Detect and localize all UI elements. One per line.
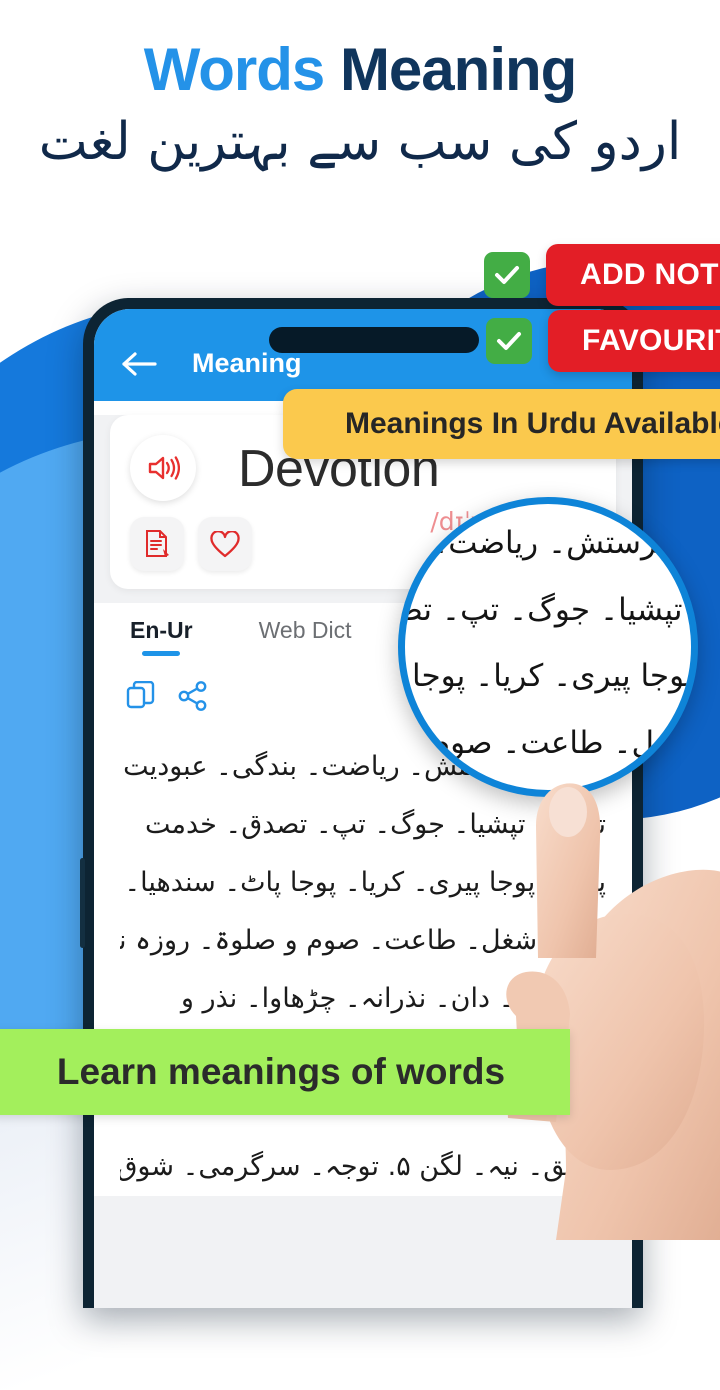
callout-favourite-label: FAVOURITE: [548, 310, 720, 372]
callout-urdu-banner: Meanings In Urdu Available: [283, 389, 720, 459]
callout-favourite: FAVOURITE: [486, 310, 720, 372]
check-icon: [486, 318, 532, 364]
hero-header: Words Meaning اردو کی سب سے بہترین لغت: [0, 0, 720, 215]
app-bar-title: Meaning: [192, 348, 302, 378]
title-word-meaning: Meaning: [339, 36, 577, 103]
callout-learn-banner: Learn meanings of words: [0, 1029, 570, 1115]
tab-active-underline: [142, 651, 181, 656]
tab-web-dict-label: Web Dict: [258, 617, 352, 643]
tab-en-ur[interactable]: En-Ur: [130, 617, 193, 656]
copy-icon[interactable]: [126, 680, 156, 716]
phone-notch: [269, 327, 479, 353]
phone-side-button: [80, 858, 85, 948]
magnifier-line: تپسیا۔ تپشیا۔ جوگ۔ تپ۔ تصدق۔: [398, 591, 691, 628]
magnifier-line: عبادت۔ پرستش۔ ریاضت۔ بندگی۔: [402, 525, 695, 561]
hero-subtitle-urdu: اردو کی سب سے بہترین لغت: [38, 112, 682, 172]
tab-web-dict[interactable]: Web Dict: [259, 617, 352, 644]
page-title: Words Meaning: [0, 38, 720, 101]
back-arrow-icon[interactable]: [116, 341, 160, 385]
speaker-icon[interactable]: [130, 435, 196, 501]
callout-add-note-label: ADD NOTE: [546, 244, 720, 306]
note-edit-icon[interactable]: [130, 517, 184, 571]
callout-add-note: ADD NOTE: [484, 244, 720, 306]
tab-en-ur-label: En-Ur: [130, 617, 193, 643]
heart-icon[interactable]: [198, 517, 252, 571]
title-word-words: Words: [143, 36, 326, 103]
pointing-hand: [496, 783, 720, 1240]
share-icon[interactable]: [178, 681, 208, 716]
check-icon: [484, 252, 530, 298]
